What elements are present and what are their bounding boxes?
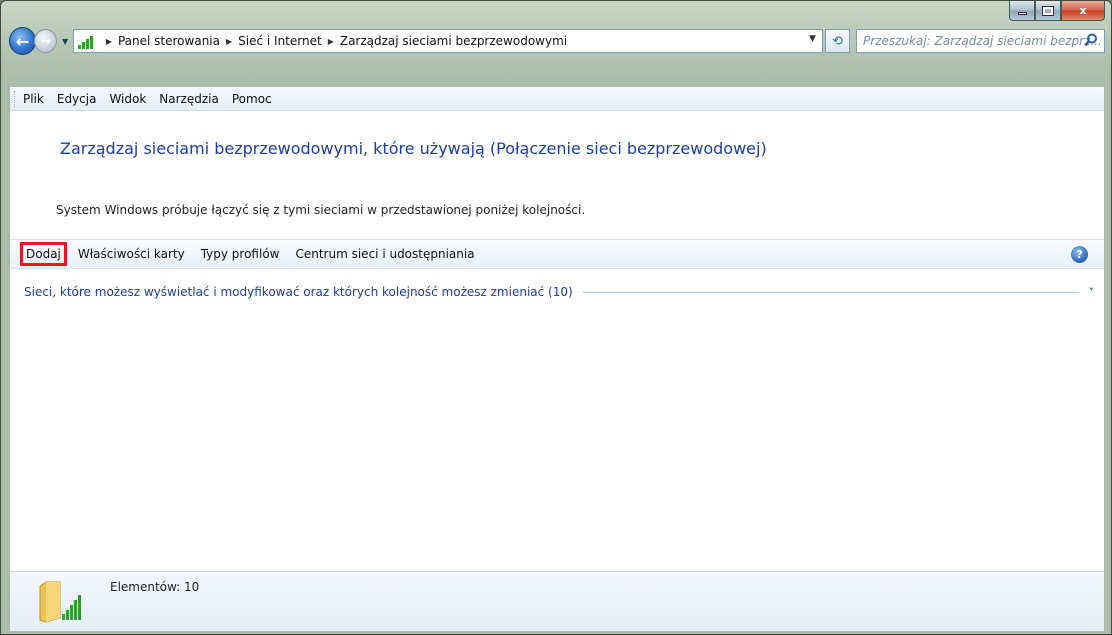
search-icon[interactable] (1084, 33, 1098, 47)
explorer-window: x ← → ▼ ▶ Panel sterowania ▶ Sieć i Inte… (0, 0, 1112, 635)
content-area: Zarządzaj sieciami bezprzewodowymi, któr… (10, 111, 1104, 571)
networks-group-label: Sieci, które możesz wyświetlać i modyfik… (24, 285, 573, 299)
breadcrumb-separator[interactable]: ▶ (226, 37, 232, 46)
forward-arrow-icon: → (40, 33, 52, 49)
forward-button[interactable]: → (34, 29, 58, 53)
minimize-icon (1017, 12, 1027, 15)
close-icon: x (1079, 4, 1087, 17)
menu-edycja[interactable]: Edycja (57, 92, 97, 106)
caption-buttons: x (1009, 1, 1105, 21)
group-divider (582, 291, 1079, 293)
menu-pomoc[interactable]: Pomoc (232, 92, 272, 106)
command-bar: Dodaj Właściwości karty Typy profilów Ce… (10, 239, 1104, 269)
breadcrumb-separator[interactable]: ▶ (328, 37, 334, 46)
menu-narzedzia[interactable]: Narzędzia (159, 92, 219, 106)
minimize-button[interactable] (1009, 1, 1035, 21)
search-input[interactable]: Przeszukaj: Zarządzaj sieciami bezprz... (856, 29, 1105, 53)
page-title: Zarządzaj sieciami bezprzewodowymi, któr… (60, 139, 767, 158)
navigation-bar: ← → ▼ ▶ Panel sterowania ▶ Sieć i Intern… (9, 23, 1105, 59)
item-count: Elementów: 10 (110, 580, 200, 594)
address-bar[interactable]: ▶ Panel sterowania ▶ Sieć i Internet ▶ Z… (72, 29, 823, 53)
help-glyph: ? (1076, 248, 1083, 261)
back-button[interactable]: ← (9, 27, 37, 55)
help-icon[interactable]: ? (1071, 246, 1088, 263)
adapter-properties-button[interactable]: Właściwości karty (73, 242, 190, 266)
breadcrumb-zarzadzaj-sieciami[interactable]: Zarządzaj sieciami bezprzewodowymi (340, 34, 567, 48)
back-arrow-icon: ← (15, 31, 30, 51)
menu-widok[interactable]: Widok (109, 92, 146, 106)
menu-plik[interactable]: Plik (23, 92, 44, 106)
wireless-signal-icon (77, 33, 100, 49)
recent-pages-dropdown[interactable]: ▼ (59, 29, 71, 53)
close-button[interactable]: x (1061, 1, 1105, 21)
breadcrumb-panel-sterowania[interactable]: Panel sterowania (118, 34, 220, 48)
refresh-icon: ⟲ (832, 33, 843, 49)
refresh-button[interactable]: ⟲ (824, 29, 851, 53)
network-sharing-center-button[interactable]: Centrum sieci i udostępniania (290, 242, 479, 266)
networks-group-header[interactable]: Sieci, które możesz wyświetlać i modyfik… (24, 285, 1094, 299)
menu-bar: Plik Edycja Widok Narzędzia Pomoc (10, 87, 1104, 111)
add-button[interactable]: Dodaj (20, 242, 67, 266)
page-description: System Windows próbuje łączyć się z tymi… (56, 203, 586, 217)
menu-grip (14, 91, 16, 107)
search-placeholder: Przeszukaj: Zarządzaj sieciami bezprz... (863, 34, 1102, 48)
maximize-button[interactable] (1035, 1, 1061, 21)
profile-types-button[interactable]: Typy profilów (196, 242, 285, 266)
breadcrumb-siec-i-internet[interactable]: Sieć i Internet (238, 34, 322, 48)
chevron-down-icon[interactable]: ˅ (1089, 286, 1095, 299)
status-bar: Elementów: 10 (10, 571, 1104, 631)
network-folder-icon (39, 581, 81, 623)
address-history-dropdown[interactable]: ▼ (809, 34, 816, 44)
breadcrumb-separator[interactable]: ▶ (106, 37, 112, 46)
maximize-icon (1042, 5, 1054, 16)
